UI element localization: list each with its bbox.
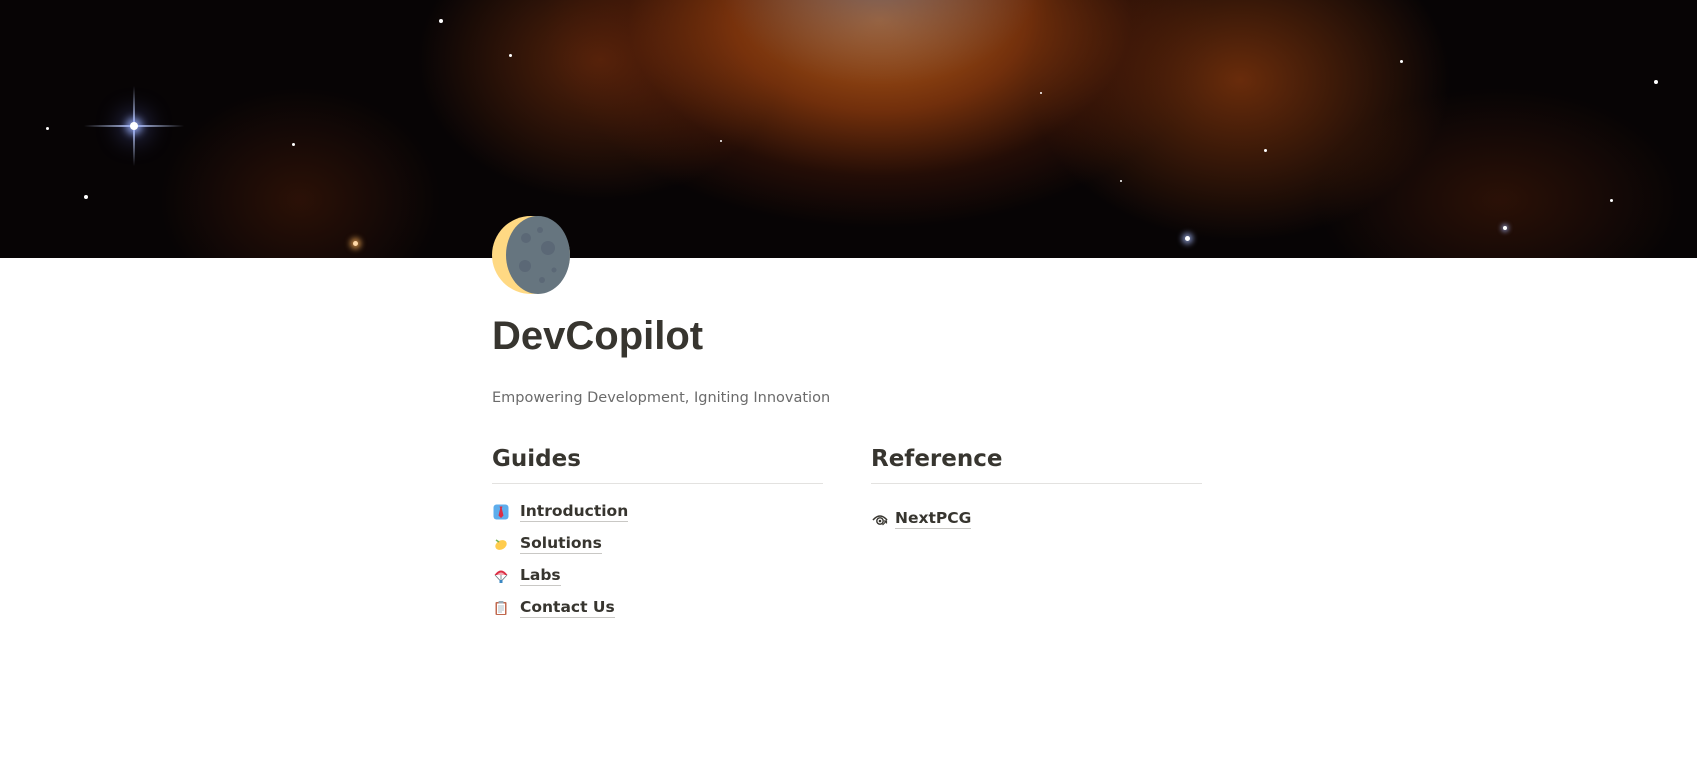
lemon-icon bbox=[492, 535, 510, 553]
guides-heading: Guides bbox=[492, 446, 823, 484]
reference-heading: Reference bbox=[871, 446, 1202, 484]
star bbox=[1610, 199, 1613, 202]
star bbox=[1040, 92, 1042, 94]
necktie-icon bbox=[492, 503, 510, 521]
clipboard-icon bbox=[492, 599, 510, 617]
link-columns: Guides Introduction Solutions Labs Conta… bbox=[492, 446, 1202, 624]
link-label[interactable]: Contact Us bbox=[520, 598, 615, 619]
link-label[interactable]: Introduction bbox=[520, 502, 629, 523]
cover-image bbox=[0, 0, 1697, 258]
star bbox=[720, 140, 722, 142]
star bbox=[439, 19, 443, 23]
star bbox=[1120, 180, 1122, 182]
star bbox=[292, 143, 295, 146]
guides-column: Guides Introduction Solutions Labs Conta… bbox=[492, 446, 823, 624]
star bbox=[46, 127, 49, 130]
star bbox=[1264, 149, 1267, 152]
waning-crescent-moon-icon[interactable] bbox=[492, 216, 570, 294]
star bbox=[353, 241, 358, 246]
link-nextpcg[interactable]: NextPCG bbox=[871, 503, 1202, 535]
link-labs[interactable]: Labs bbox=[492, 560, 823, 592]
reference-column: Reference NextPCG bbox=[871, 446, 1202, 624]
star bbox=[1503, 226, 1507, 230]
star bbox=[130, 122, 138, 130]
eye-icon bbox=[871, 510, 889, 528]
guides-list: Introduction Solutions Labs Contact Us bbox=[492, 496, 823, 624]
parachute-icon bbox=[492, 567, 510, 585]
link-label[interactable]: NextPCG bbox=[895, 509, 972, 530]
star bbox=[1654, 80, 1658, 84]
star bbox=[509, 54, 512, 57]
star bbox=[1185, 236, 1190, 241]
page-content: DevCopilot Empowering Development, Ignit… bbox=[492, 300, 1202, 624]
star bbox=[84, 195, 88, 199]
reference-list: NextPCG bbox=[871, 503, 1202, 535]
link-contact-us[interactable]: Contact Us bbox=[492, 592, 823, 624]
page-subtitle: Empowering Development, Igniting Innovat… bbox=[492, 390, 831, 406]
link-label[interactable]: Labs bbox=[520, 566, 561, 587]
link-label[interactable]: Solutions bbox=[520, 534, 602, 555]
link-solutions[interactable]: Solutions bbox=[492, 528, 823, 560]
link-introduction[interactable]: Introduction bbox=[492, 496, 823, 528]
star bbox=[1400, 60, 1403, 63]
page-title: DevCopilot bbox=[492, 314, 704, 358]
